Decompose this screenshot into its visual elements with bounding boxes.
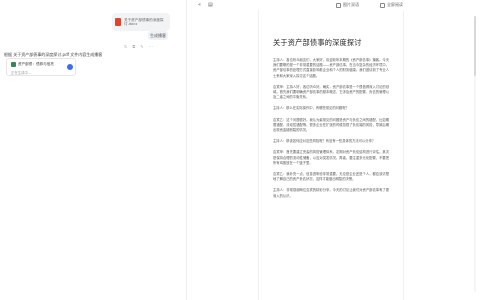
doc-paragraph: 嘉宾乙：这个问题很好。我认为最常见的问题是资产与负债之间的错配，比如期限错配、流…: [273, 117, 389, 133]
ref-card-title: 资产部债：债券与信托: [18, 62, 54, 66]
message-actions: ↻ ⧉ ✎ ⋯: [124, 44, 153, 49]
document-viewer: 关于资产部债事的深度探讨 主持人：各位听众朋友们，大家好，欢迎收听本期的《资产部…: [258, 10, 404, 300]
user-message-bubble: 生成播客: [148, 31, 168, 40]
document-icon[interactable]: ▤: [208, 2, 213, 8]
regenerate-icon[interactable]: ↻: [124, 44, 127, 49]
pdf-file-icon: [115, 18, 121, 26]
podcast-icon: [11, 62, 16, 67]
file-name: 关于资产部债事的深度探讨.docx: [124, 17, 164, 27]
fullscreen-icon: [380, 2, 385, 8]
scroll-thumb[interactable]: [474, 16, 476, 76]
play-button[interactable]: [67, 64, 73, 70]
pane-divider[interactable]: [186, 0, 187, 300]
file-attachment-bubble[interactable]: 关于资产部债事的深度探讨.docx: [112, 13, 170, 31]
doc-paragraph: 嘉宾甲：主持人好，各位听众好。确实，资产部债事是一个很值得深入讨论的领域。首先我…: [273, 84, 389, 100]
copy-icon[interactable]: ⧉: [132, 44, 135, 49]
doc-paragraph: 主持人：那么在实际操作中，有哪些常见的问题呢？: [273, 106, 349, 111]
doc-paragraph: 嘉宾乙：我补充一点，信息透明也非常重要。无论是企业还是个人，都应该清楚地了解自己…: [273, 172, 389, 182]
document-title: 关于资产部债事的深度探讨: [273, 38, 362, 47]
doc-paragraph: 主持人：那该如何应对这些风险呢？有没有一些具体的方法可以分享？: [273, 139, 376, 144]
doc-paragraph: 主持人：非常感谢两位嘉宾的精彩分享。今天的讨论让我们对资产部债事有了更深入的认识…: [273, 188, 389, 198]
podcast-reference-card[interactable]: 资产部债：债券与信托 正在生成中…: [6, 58, 76, 76]
chat-panel: 关于资产部债事的深度探讨.docx 生成播客 ↻ ⧉ ✎ ⋯ 根据 关于资产部债…: [0, 0, 182, 300]
more-icon[interactable]: ⋯: [149, 44, 153, 49]
fullscreen-read-button[interactable]: 全屏阅读: [380, 2, 403, 8]
doc-scrollbar[interactable]: [474, 16, 476, 292]
translate-icon: [336, 2, 341, 8]
edit-icon[interactable]: ✎: [140, 44, 143, 49]
doc-paragraph: 嘉宾甲：首先要建立完善的风险管理体系，定期对资产负债结构进行评估。其次是保持合理…: [273, 150, 389, 165]
doc-toolbar: « ▤ 图片双语 全屏阅读: [188, 0, 480, 10]
doc-paragraph: 主持人：各位听众朋友们，大家好，欢迎收听本期的《资产部债事》播客。今天我们要聊的…: [273, 58, 389, 78]
ref-card-subtitle: 正在生成中…: [11, 71, 32, 75]
bilingual-button[interactable]: 图片双语: [336, 2, 359, 8]
collapse-icon[interactable]: «: [198, 2, 201, 8]
